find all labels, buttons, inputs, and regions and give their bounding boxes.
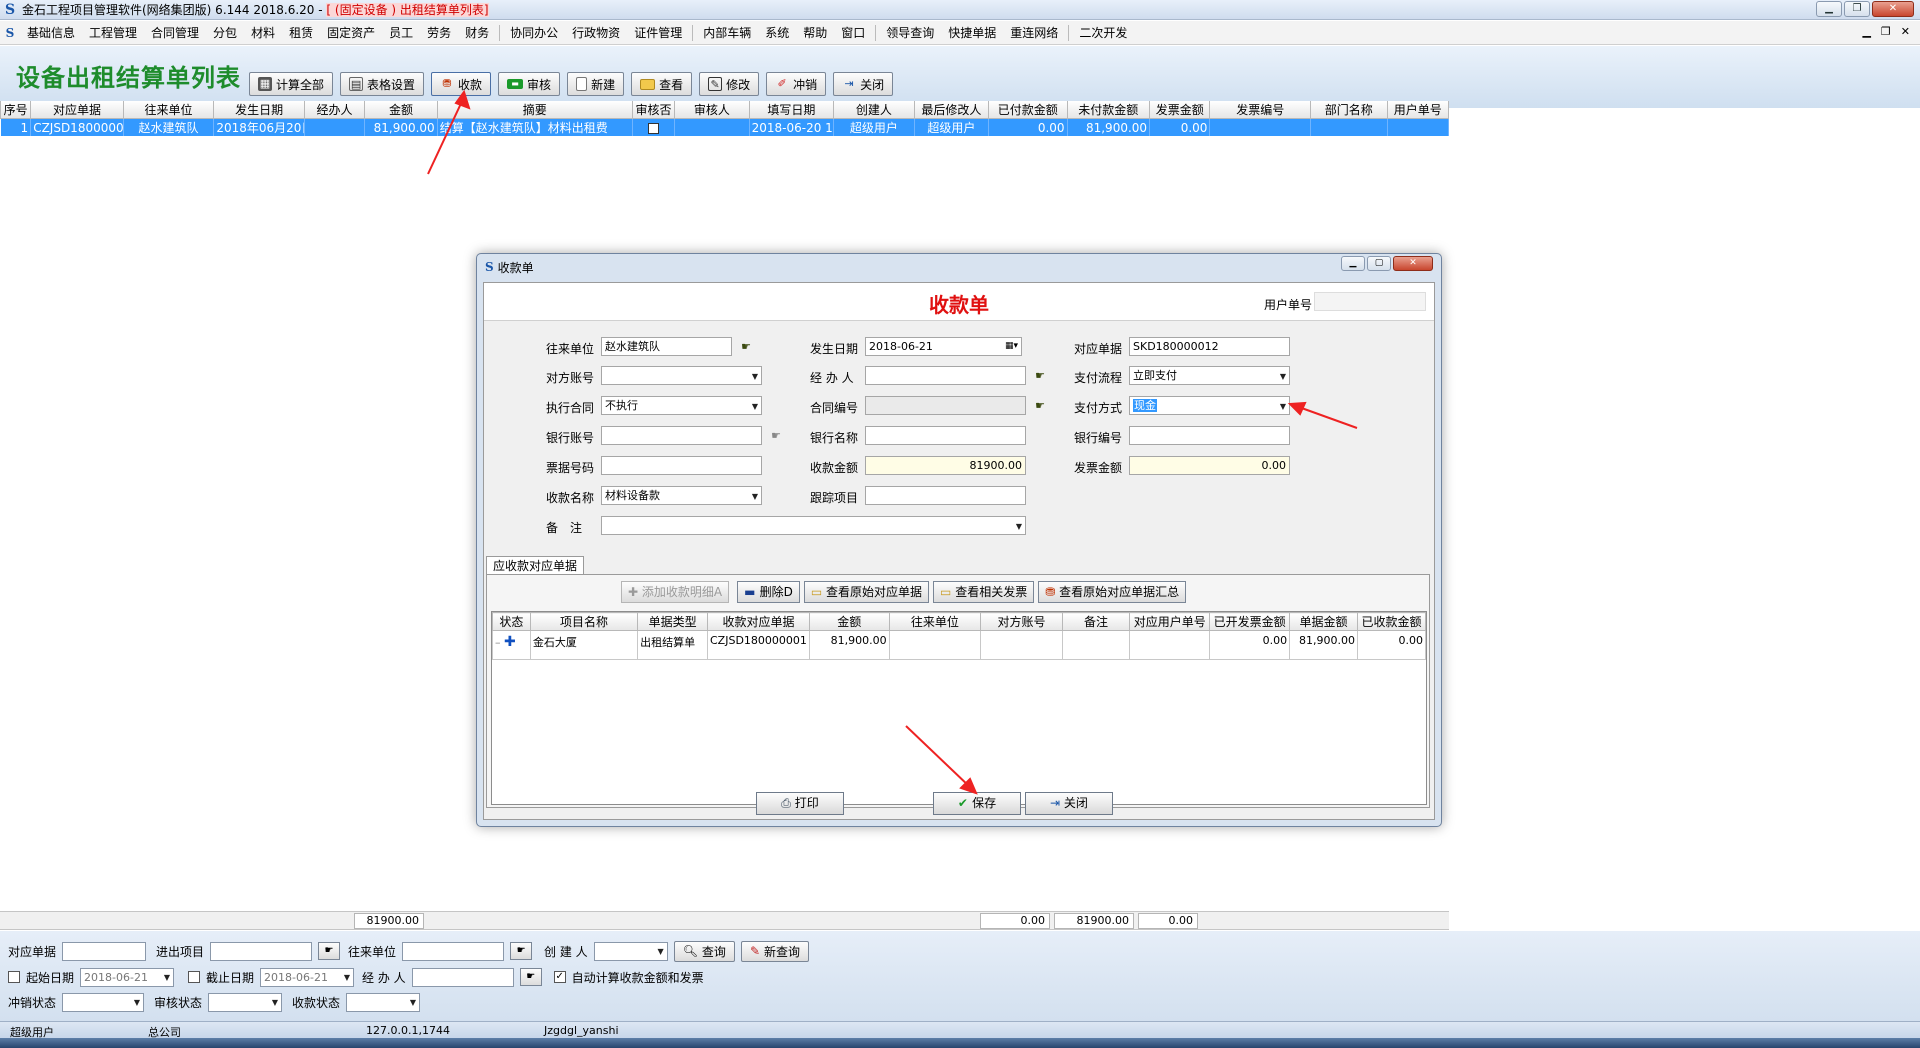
arrow-head-pay-method [1287, 401, 1307, 416]
annotation-arrows [427, 89, 1358, 795]
arrow-head-receive [454, 89, 471, 110]
arrow-to-pay-method [1295, 405, 1358, 429]
arrow-to-save [905, 725, 972, 789]
arrow-to-receive [427, 96, 465, 175]
